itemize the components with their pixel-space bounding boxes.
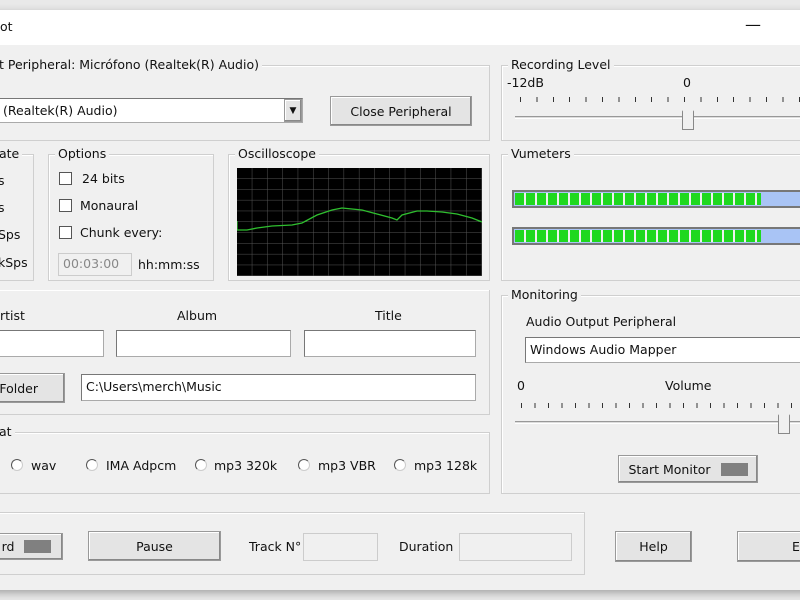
- pause-button[interactable]: Pause: [88, 531, 221, 561]
- help-button[interactable]: Help: [615, 531, 692, 562]
- chunk-checkbox[interactable]: [59, 226, 72, 239]
- 24bits-label: 24 bits: [82, 171, 125, 186]
- rate-option[interactable]: s: [0, 200, 5, 215]
- 24bits-checkbox[interactable]: [59, 172, 72, 185]
- volume-slider-track[interactable]: [515, 421, 800, 424]
- options-legend: Options: [55, 146, 110, 161]
- title-label: Title: [375, 308, 402, 323]
- artist-input[interactable]: [0, 330, 104, 357]
- volume-slider-ticks: [521, 403, 800, 408]
- volume-min-label: 0: [517, 378, 525, 393]
- record-indicator: [24, 540, 52, 553]
- rate-option[interactable]: s: [0, 173, 5, 188]
- format-label: mp3 VBR: [318, 458, 376, 473]
- album-input[interactable]: [116, 330, 291, 357]
- format-legend: at: [0, 424, 15, 439]
- format-radio-wav[interactable]: [11, 459, 23, 471]
- recording-level-legend: Recording Level: [508, 57, 614, 72]
- rec-min-label: -12dB: [507, 75, 544, 90]
- vumeter-right: [512, 227, 800, 245]
- input-peripheral-legend: t Peripheral: Micrófono (Realtek(R) Audi…: [0, 57, 262, 72]
- start-monitor-label: Start Monitor: [628, 461, 711, 477]
- title-bar: ot —: [0, 10, 800, 45]
- duration-label: Duration: [399, 539, 454, 554]
- monaural-checkbox[interactable]: [59, 199, 72, 212]
- close-peripheral-button[interactable]: Close Peripheral: [330, 96, 472, 126]
- vumeters-legend: Vumeters: [508, 146, 574, 161]
- vumeter-right-fill: [515, 230, 761, 242]
- format-radio-mp3-320[interactable]: [195, 459, 207, 471]
- format-radio-mp3-vbr[interactable]: [298, 459, 310, 471]
- folder-path-input[interactable]: C:\Users\merch\Music: [81, 374, 476, 401]
- record-button[interactable]: rd: [0, 533, 63, 560]
- input-device-value: (Realtek(R) Audio): [3, 103, 118, 118]
- recording-level-group: Recording Level: [501, 57, 800, 141]
- vumeter-left: [512, 190, 800, 208]
- rate-legend: ate: [0, 146, 23, 161]
- rec-slider-ticks: [520, 97, 800, 102]
- monitor-indicator: [720, 462, 748, 476]
- output-peripheral-label: Audio Output Peripheral: [526, 314, 677, 329]
- rate-option[interactable]: Sps: [0, 227, 20, 242]
- chunk-time-input[interactable]: 00:03:00: [58, 253, 132, 276]
- vumeter-left-fill: [515, 193, 761, 205]
- input-device-select[interactable]: (Realtek(R) Audio) ▼: [0, 98, 303, 123]
- minimize-button[interactable]: —: [745, 15, 761, 34]
- format-label: IMA Adpcm: [106, 458, 177, 473]
- monitoring-legend: Monitoring: [508, 287, 581, 302]
- format-radio-ima[interactable]: [86, 459, 98, 471]
- window-title: ot: [0, 19, 13, 34]
- chunk-unit-label: hh:mm:ss: [138, 257, 200, 272]
- album-label: Album: [177, 308, 218, 323]
- title-input[interactable]: [304, 330, 476, 357]
- chunk-label: Chunk every:: [80, 225, 163, 240]
- format-label: mp3 320k: [214, 458, 278, 473]
- format-label: mp3 128k: [414, 458, 478, 473]
- format-label: wav: [31, 458, 57, 473]
- vumeters-group: Vumeters: [501, 146, 800, 281]
- folder-button[interactable]: Folder: [0, 373, 65, 403]
- format-radio-mp3-128[interactable]: [394, 459, 406, 471]
- track-number-field: [303, 533, 378, 561]
- rate-option[interactable]: kSps: [0, 255, 28, 270]
- artist-label: rtist: [0, 308, 25, 323]
- dropdown-arrow-icon[interactable]: ▼: [284, 99, 302, 122]
- exit-button[interactable]: E: [737, 531, 800, 562]
- output-peripheral-select[interactable]: Windows Audio Mapper: [525, 337, 800, 363]
- record-label: rd: [1, 539, 15, 554]
- duration-field: [459, 533, 572, 561]
- oscilloscope-legend: Oscilloscope: [235, 146, 319, 161]
- start-monitor-button[interactable]: Start Monitor: [618, 455, 758, 483]
- rec-slider-track[interactable]: [515, 116, 800, 119]
- oscilloscope-display: [237, 168, 482, 276]
- rec-zero-label: 0: [683, 75, 691, 90]
- track-number-label: Track N°: [249, 539, 302, 554]
- monaural-label: Monaural: [80, 198, 139, 213]
- volume-label: Volume: [665, 378, 712, 393]
